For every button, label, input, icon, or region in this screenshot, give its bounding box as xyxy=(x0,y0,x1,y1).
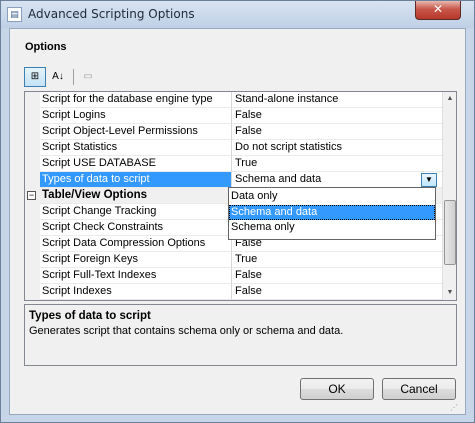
dropdown-arrow-icon[interactable]: ▼ xyxy=(421,173,437,187)
row-gutter xyxy=(25,236,40,252)
row-gutter xyxy=(25,204,40,220)
property-name: Script Full-Text Indexes xyxy=(40,268,232,284)
property-value[interactable]: Stand-alone instance xyxy=(232,92,442,108)
property-name: Script Data Compression Options xyxy=(40,236,232,252)
property-pages-icon[interactable]: ▭ xyxy=(77,67,99,87)
grid-scrollbar[interactable]: ▲ ▼ xyxy=(442,92,456,300)
row-gutter xyxy=(25,252,40,268)
app-icon: ▤ xyxy=(7,7,22,22)
property-name: Script Statistics xyxy=(40,140,232,156)
description-title: Types of data to script xyxy=(29,310,151,322)
row-gutter xyxy=(25,124,40,140)
description-panel: Types of data to script Generates script… xyxy=(24,304,457,366)
grid-row[interactable]: Script Foreign Keys True xyxy=(25,252,442,268)
row-gutter xyxy=(25,108,40,124)
scroll-up-icon[interactable]: ▲ xyxy=(443,92,456,106)
toolbar-separator xyxy=(73,69,74,85)
categorized-view-icon[interactable]: ⊞ xyxy=(24,67,46,87)
resize-grip-icon[interactable]: ⋰ xyxy=(450,403,462,413)
row-gutter xyxy=(25,172,40,188)
property-value[interactable]: False xyxy=(232,284,442,300)
dialog-window: ▤ Advanced Scripting Options ✕ Options ⊞… xyxy=(0,0,475,423)
row-gutter xyxy=(25,156,40,172)
property-value[interactable]: True xyxy=(232,156,442,172)
grid-row-selected[interactable]: Types of data to script Schema and data … xyxy=(25,172,442,188)
alphabetical-sort-icon[interactable]: A↓ xyxy=(47,67,69,87)
row-gutter xyxy=(25,284,40,300)
property-value[interactable]: Do not script statistics xyxy=(232,140,442,156)
scroll-down-icon[interactable]: ▼ xyxy=(443,286,456,300)
title-bar[interactable]: ▤ Advanced Scripting Options ✕ xyxy=(1,1,474,28)
close-button[interactable]: ✕ xyxy=(415,1,461,20)
property-name: Script for the database engine type xyxy=(40,92,232,108)
property-name: Types of data to script xyxy=(40,172,232,188)
row-gutter xyxy=(25,220,40,236)
property-value[interactable]: True xyxy=(232,252,442,268)
ok-button[interactable]: OK xyxy=(300,378,374,400)
cancel-button[interactable]: Cancel xyxy=(382,378,456,400)
property-name: Script Foreign Keys xyxy=(40,252,232,268)
grid-row[interactable]: Script Object-Level Permissions False xyxy=(25,124,442,140)
property-name: Script Object-Level Permissions xyxy=(40,124,232,140)
collapse-icon[interactable]: − xyxy=(27,191,36,200)
dropdown-option[interactable]: Data only xyxy=(229,189,435,204)
property-name: Script Indexes xyxy=(40,284,232,300)
row-gutter xyxy=(25,140,40,156)
grid-row[interactable]: Script Logins False xyxy=(25,108,442,124)
grid-row[interactable]: Script Full-Text Indexes False xyxy=(25,268,442,284)
property-value[interactable]: False xyxy=(232,124,442,140)
property-value[interactable]: False xyxy=(232,108,442,124)
row-gutter: − xyxy=(25,188,40,204)
grid-row[interactable]: Script Indexes False xyxy=(25,284,442,300)
property-value-editor[interactable]: Schema and data xyxy=(232,172,442,188)
grid-row[interactable]: Script for the database engine type Stan… xyxy=(25,92,442,108)
property-name: Script Logins xyxy=(40,108,232,124)
row-gutter xyxy=(25,92,40,108)
property-name: Script USE DATABASE xyxy=(40,156,232,172)
dropdown-option[interactable]: Schema only xyxy=(229,220,435,235)
property-value[interactable]: False xyxy=(232,268,442,284)
dropdown-option-highlighted[interactable]: Schema and data xyxy=(229,205,435,220)
grid-row[interactable]: Script Statistics Do not script statisti… xyxy=(25,140,442,156)
types-of-data-dropdown-list: Data only Schema and data Schema only xyxy=(228,187,436,240)
window-title: Advanced Scripting Options xyxy=(28,7,195,21)
scroll-thumb[interactable] xyxy=(444,200,456,265)
grid-row[interactable]: Script USE DATABASE True xyxy=(25,156,442,172)
row-gutter xyxy=(25,268,40,284)
options-heading: Options xyxy=(25,41,67,53)
property-name: Script Check Constraints xyxy=(40,220,232,236)
property-name: Script Change Tracking xyxy=(40,204,232,220)
description-text: Generates script that contains schema on… xyxy=(29,325,344,337)
